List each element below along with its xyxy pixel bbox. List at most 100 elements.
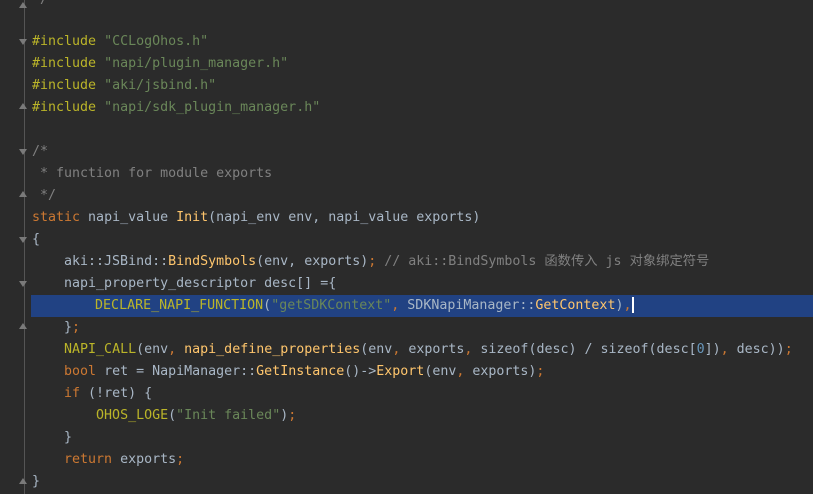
keyword: bool xyxy=(64,364,97,379)
include-path: "aki/jsbind.h" xyxy=(104,78,217,93)
fold-start-icon[interactable] xyxy=(19,149,28,158)
code-line: return exports; xyxy=(32,449,813,471)
brace: { xyxy=(32,232,41,247)
code-line: #include "napi/plugin_manager.h" xyxy=(32,53,813,75)
comment: // aki::BindSymbols 函数传入 js 对象绑定符号 xyxy=(376,254,710,269)
code-line: { xyxy=(32,229,813,251)
fold-end-icon[interactable] xyxy=(19,189,28,198)
plain-text: exports xyxy=(400,342,465,357)
directive: #include xyxy=(32,34,97,49)
code-line: bool ret = NapiManager::GetInstance()->E… xyxy=(32,361,813,383)
function-name: GetInstance xyxy=(256,364,345,379)
plain-text: aki::JSBind:: xyxy=(32,254,169,269)
keyword: return xyxy=(64,452,113,467)
string: "getSDKContext" xyxy=(271,298,392,313)
code-line: #include "CCLogOhos.h" xyxy=(32,31,813,53)
code-line: } xyxy=(32,471,813,493)
fold-end-icon[interactable] xyxy=(19,476,28,485)
plain-text: exports) xyxy=(464,364,537,379)
directive: #include xyxy=(32,56,97,71)
plain-text: ]) xyxy=(704,342,721,357)
semicolon: ; xyxy=(784,342,793,357)
code-line: NAPI_CALL(env, napi_define_properties(en… xyxy=(32,339,813,361)
semicolon: ; xyxy=(288,408,297,423)
comma: , xyxy=(623,298,632,313)
text-caret xyxy=(632,297,635,313)
code-line: */ xyxy=(32,185,813,207)
plain-text: sizeof xyxy=(472,342,529,357)
plain-text: (desc) / xyxy=(528,342,601,357)
plain-text: desc)) xyxy=(728,342,785,357)
fold-end-icon[interactable] xyxy=(19,0,28,9)
macro: DECLARE_NAPI_FUNCTION xyxy=(95,298,264,313)
plain-text: ( xyxy=(168,408,177,423)
fold-start-icon[interactable] xyxy=(19,281,28,290)
code-line: */ xyxy=(32,0,813,11)
plain-text: } xyxy=(32,320,73,335)
plain-text: (env, exports) xyxy=(256,254,369,269)
code-line: if (!ret) { xyxy=(32,383,813,405)
fold-end-icon[interactable] xyxy=(19,321,28,330)
plain-text: SDKNapiManager:: xyxy=(399,298,536,313)
fold-start-icon[interactable] xyxy=(19,237,28,246)
code-line: OHOS_LOGE("Init failed"); xyxy=(32,405,813,427)
plain-text: (desc[ xyxy=(648,342,697,357)
macro: OHOS_LOGE xyxy=(96,408,169,423)
macro: NAPI_CALL xyxy=(64,342,137,357)
plain-text: (!ret) { xyxy=(80,386,153,401)
comment: /* xyxy=(32,144,49,159)
comma: , xyxy=(168,342,177,357)
include-path: "CCLogOhos.h" xyxy=(104,34,209,49)
comma: , xyxy=(720,342,729,357)
plain-text: ()-> xyxy=(344,364,377,379)
code-line: static napi_value Init(napi_env env, nap… xyxy=(32,207,813,229)
code-line: /* xyxy=(32,141,813,163)
plain-text: napi_value xyxy=(80,210,177,225)
function-name: GetContext xyxy=(535,298,616,313)
current-line[interactable]: DECLARE_NAPI_FUNCTION("getSDKContext", S… xyxy=(31,295,813,317)
code-line: aki::JSBind::BindSymbols(env, exports); … xyxy=(32,251,813,273)
function-name: Export xyxy=(376,364,425,379)
plain-text: ret = NapiManager:: xyxy=(96,364,257,379)
include-path: "napi/sdk_plugin_manager.h" xyxy=(104,100,321,115)
editor-gutter xyxy=(0,0,30,494)
string: "Init failed" xyxy=(176,408,281,423)
function-name: BindSymbols xyxy=(168,254,257,269)
keyword: static xyxy=(32,210,81,225)
code-line: } xyxy=(32,427,813,449)
plain-text: exports xyxy=(112,452,177,467)
fold-start-icon[interactable] xyxy=(19,39,28,48)
comment: * function for module exports xyxy=(32,166,273,181)
comment: */ xyxy=(32,188,57,203)
fold-guide xyxy=(24,0,25,494)
plain-text: (napi_env env, napi_value exports) xyxy=(208,210,481,225)
code-editor[interactable]: */ #include "CCLogOhos.h" #include "napi… xyxy=(0,0,813,494)
plain-text: sizeof xyxy=(600,342,649,357)
plain-text: ( xyxy=(263,298,272,313)
plain-text: (env xyxy=(136,342,169,357)
directive: #include xyxy=(32,100,97,115)
number: 0 xyxy=(696,342,705,357)
code-line: * function for module exports xyxy=(32,163,813,185)
brace: } xyxy=(32,474,41,489)
semicolon: ; xyxy=(72,320,81,335)
include-path: "napi/plugin_manager.h" xyxy=(104,56,289,71)
function-name: napi_define_properties xyxy=(184,342,361,357)
function-name: Init xyxy=(176,210,209,225)
code-line: napi_property_descriptor desc[] ={ xyxy=(32,273,813,295)
fold-end-icon[interactable] xyxy=(19,101,28,110)
plain-text: (env xyxy=(424,364,457,379)
keyword: if xyxy=(64,386,81,401)
code-line: #include "aki/jsbind.h" xyxy=(32,75,813,97)
